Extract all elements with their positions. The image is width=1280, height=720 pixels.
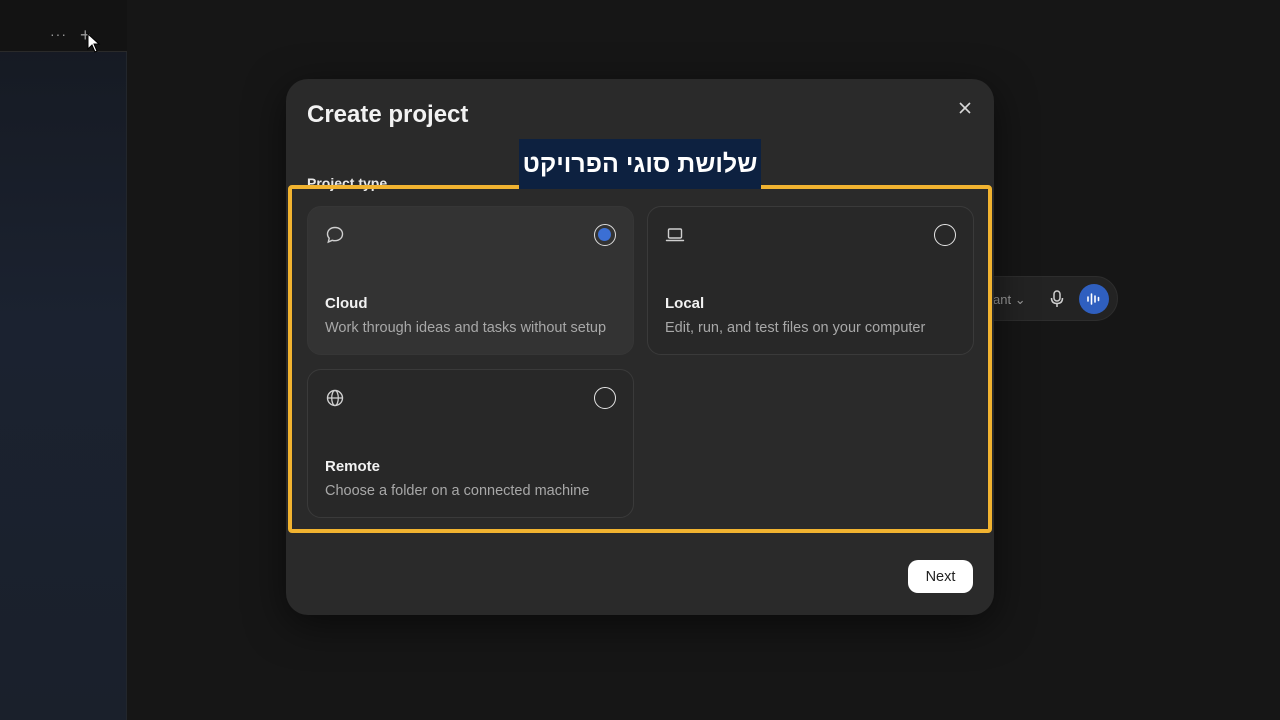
dialog-title: Create project <box>307 101 469 128</box>
more-options-icon[interactable]: ··· <box>50 26 67 42</box>
tutorial-caption: שלושת סוגי הפרויקט <box>519 139 761 189</box>
sidebar: ··· + <box>0 0 127 720</box>
mouse-cursor-icon <box>87 33 101 53</box>
chevron-down-icon: ⌄ <box>1014 292 1026 307</box>
sidebar-topbar: ··· + <box>0 0 127 52</box>
model-selector[interactable]: ant ⌄ <box>993 292 1026 308</box>
close-button[interactable] <box>956 99 974 117</box>
waveform-icon <box>1087 293 1100 305</box>
tutorial-highlight-frame <box>288 185 992 533</box>
next-button[interactable]: Next <box>908 560 973 593</box>
microphone-icon[interactable] <box>1049 290 1065 308</box>
close-icon <box>959 102 971 114</box>
voice-mode-button[interactable] <box>1079 284 1109 314</box>
create-project-dialog: Create project Project type Cloud Work t… <box>286 79 994 615</box>
